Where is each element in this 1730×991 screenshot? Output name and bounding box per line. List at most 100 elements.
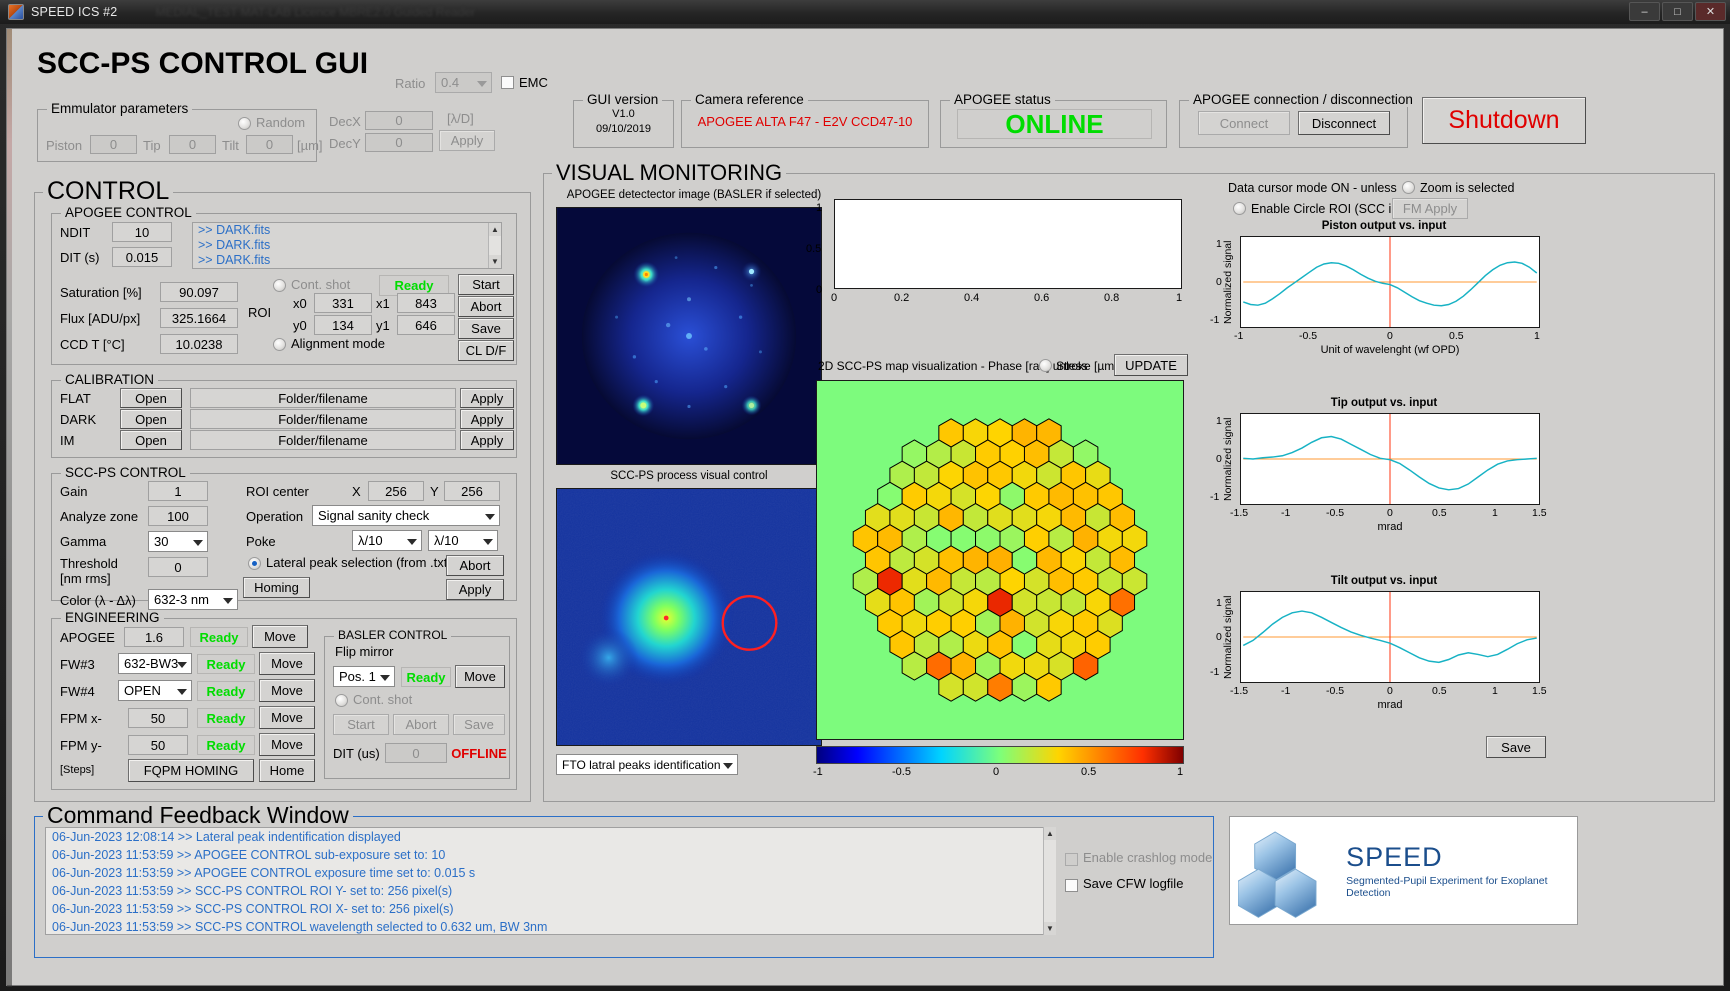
maximize-button[interactable]: □ [1662,2,1693,21]
command-feedback-log[interactable]: 06-Jun-2023 12:08:14 >> Lateral peak ind… [45,827,1055,935]
x0-input[interactable]: 331 [314,293,372,313]
close-button[interactable]: ✕ [1695,2,1726,21]
shutdown-button[interactable]: Shutdown [1422,97,1586,144]
update-button[interactable]: UPDATE [1114,354,1188,376]
tip-plot[interactable] [1240,413,1540,505]
apogee-abort-button[interactable]: Abort [458,296,514,317]
analyze-zone-input[interactable]: 100 [148,506,208,526]
scroll-up-icon[interactable]: ▲ [489,223,501,236]
basler-abort-button[interactable]: Abort [393,714,449,735]
piston-input[interactable]: 0 [90,135,137,154]
basler-move-button[interactable]: Move [455,665,505,688]
eng-value-fw4[interactable]: OPEN [118,680,192,701]
x1-input[interactable]: 843 [397,293,455,313]
emc-checkbox[interactable] [501,76,514,89]
plots-save-button[interactable]: Save [1486,736,1546,758]
poke-select-1[interactable]: λ/10 [352,530,422,551]
tilt-xtick-15: 1.5 [1532,685,1547,697]
gui-version-panel: GUI version V1.0 09/10/2019 [573,92,674,148]
flat-path-input[interactable]: Folder/filename [190,388,456,408]
sccps-abort-button[interactable]: Abort [446,555,504,576]
poke-select-2[interactable]: λ/10 [428,530,498,551]
eng-move-apogee[interactable]: Move [252,625,308,648]
apogee-save-button[interactable]: Save [458,318,514,339]
decenter-apply-button[interactable]: Apply [439,130,495,151]
im-open-button[interactable]: Open [120,430,182,450]
eng-value-fpmx[interactable]: 50 [128,708,188,728]
fqpm-homing-button[interactable]: FQPM HOMING [128,759,254,782]
zoom-selected-radio[interactable] [1402,181,1415,194]
blank-plot-axes[interactable] [834,199,1182,289]
dark-path-input[interactable]: Folder/filename [190,409,456,429]
listbox-scrollbar[interactable]: ▲ ▼ [488,223,501,268]
y0-input[interactable]: 134 [314,315,372,335]
tilt-input[interactable]: 0 [246,135,293,154]
operation-select[interactable]: Signal sanity check [312,505,500,526]
scroll-down-icon[interactable]: ▼ [1044,922,1056,935]
stroke-radio[interactable] [1039,359,1052,372]
eng-value-fw3[interactable]: 632-BW3 [118,653,192,674]
peak-identification-select[interactable]: FTO latral peaks identification [556,754,738,775]
lateral-peak-radio[interactable] [248,557,261,570]
decy-input[interactable]: 0 [365,133,433,152]
threshold-input[interactable]: 0 [148,557,208,577]
apogee-file-listbox[interactable]: >> DARK.fits >> DARK.fits >> DARK.fits ▲… [192,222,502,269]
sccps-apply-button[interactable]: Apply [446,579,504,600]
decx-input[interactable]: 0 [365,111,433,130]
dark-open-button[interactable]: Open [120,409,182,429]
list-item[interactable]: >> DARK.fits [193,253,501,268]
basler-dit-input[interactable]: 0 [385,743,447,763]
scroll-down-icon[interactable]: ▼ [489,255,501,268]
cfw-logfile-checkbox[interactable] [1065,879,1078,892]
random-radio[interactable] [238,117,251,130]
list-item[interactable]: >> DARK.fits [193,223,501,238]
ndit-input[interactable]: 10 [112,222,172,242]
color-select[interactable]: 632-3 nm [148,589,238,610]
eng-value-apogee[interactable]: 1.6 [124,627,184,647]
cont-shot-radio[interactable] [273,279,286,292]
basler-save-button[interactable]: Save [453,714,505,735]
disconnect-button[interactable]: Disconnect [1298,111,1390,135]
apogee-cldf-button[interactable]: CL D/F [458,340,514,361]
fm-apply-button[interactable]: FM Apply [1392,198,1468,219]
im-apply-button[interactable]: Apply [460,430,514,450]
home-button[interactable]: Home [259,759,315,782]
gamma-select[interactable]: 30 [148,531,208,552]
roi-center-y-input[interactable]: 256 [444,481,500,501]
connect-button[interactable]: Connect [1198,111,1290,135]
list-item[interactable]: >> DARK.fits [193,238,501,253]
minimize-button[interactable]: – [1629,2,1660,21]
basler-cont-shot-radio[interactable] [335,694,348,707]
dit-input[interactable]: 0.015 [112,247,172,267]
crashlog-checkbox[interactable] [1065,853,1078,866]
piston-plot[interactable] [1240,236,1540,328]
tip-xtick--15: -1.5 [1230,507,1249,519]
im-path-input[interactable]: Folder/filename [190,430,456,450]
eng-move-fw4[interactable]: Move [259,679,315,702]
log-scrollbar[interactable]: ▲ ▼ [1043,827,1056,935]
apogee-detector-image[interactable] [556,207,822,465]
tip-input[interactable]: 0 [169,135,216,154]
eng-value-fpmy[interactable]: 50 [128,735,188,755]
alignment-mode-radio[interactable] [273,338,286,351]
roi-center-x-input[interactable]: 256 [368,481,424,501]
enable-circle-roi-radio[interactable] [1233,202,1246,215]
flip-mirror-select[interactable]: Pos. 1 [333,666,395,687]
gain-input[interactable]: 1 [148,481,208,501]
scroll-up-icon[interactable]: ▲ [1044,827,1056,840]
homing-button[interactable]: Homing [243,577,310,598]
ratio-select[interactable]: 0.4 [435,72,492,93]
basler-start-button[interactable]: Start [333,714,389,735]
eng-move-fw3[interactable]: Move [259,652,315,675]
flat-open-button[interactable]: Open [120,388,182,408]
operation-value: Signal sanity check [318,508,430,523]
y1-input[interactable]: 646 [397,315,455,335]
flat-apply-button[interactable]: Apply [460,388,514,408]
segmented-pupil-map[interactable] [816,380,1184,740]
sccps-process-image[interactable] [556,488,822,746]
apogee-start-button[interactable]: Start [458,274,514,295]
eng-move-fpmy[interactable]: Move [259,733,315,756]
tilt-plot[interactable] [1240,591,1540,683]
dark-apply-button[interactable]: Apply [460,409,514,429]
eng-move-fpmx[interactable]: Move [259,706,315,729]
